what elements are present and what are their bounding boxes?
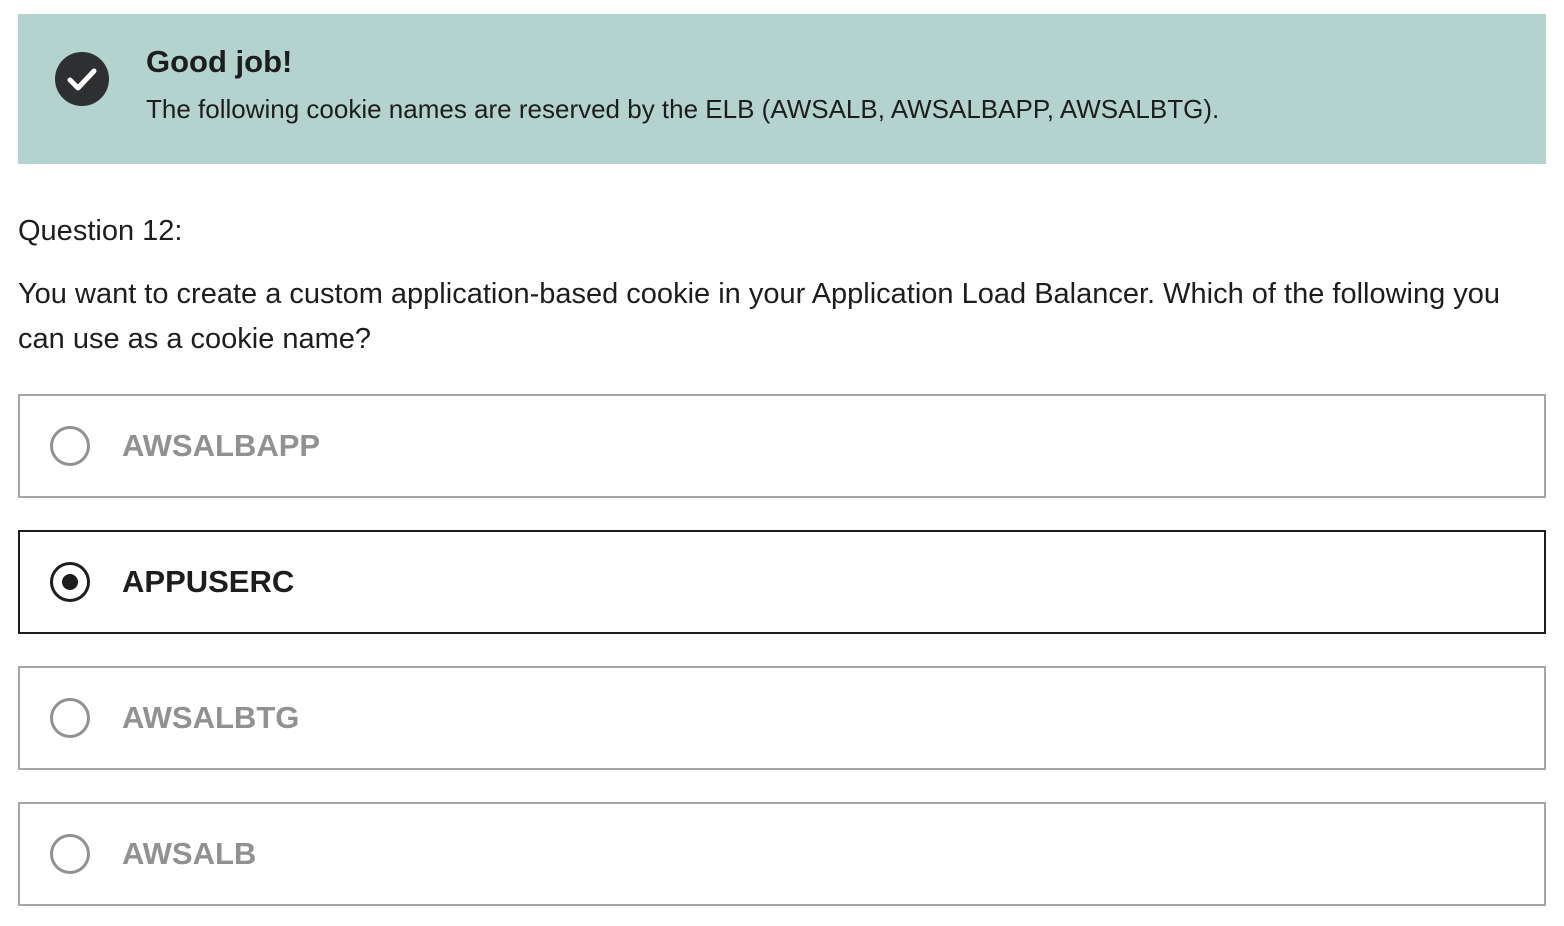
- radio-button[interactable]: [50, 562, 90, 602]
- alert-title: Good job!: [146, 44, 293, 79]
- question-text: You want to create a custom application-…: [18, 278, 1501, 355]
- answer-option-label: APPUSERC: [122, 564, 295, 599]
- answer-option-label: AWSALB: [122, 836, 257, 871]
- answer-option[interactable]: AWSALB: [18, 802, 1546, 906]
- answer-option[interactable]: AWSALBAPP: [18, 394, 1546, 498]
- answer-option[interactable]: AWSALBTG: [18, 666, 1546, 770]
- radio-selected-dot: [62, 574, 78, 590]
- radio-button[interactable]: [50, 698, 90, 738]
- answer-option[interactable]: APPUSERC: [18, 530, 1546, 634]
- answer-option-label: AWSALBTG: [122, 700, 300, 735]
- radio-button[interactable]: [50, 426, 90, 466]
- alert-message: The following cookie names are reserved …: [146, 94, 1220, 124]
- check-circle-icon: [55, 52, 109, 106]
- answer-option-label: AWSALBAPP: [122, 428, 321, 463]
- success-alert: Good job! The following cookie names are…: [18, 14, 1546, 164]
- radio-button[interactable]: [50, 834, 90, 874]
- question-number: Question 12:: [18, 215, 183, 247]
